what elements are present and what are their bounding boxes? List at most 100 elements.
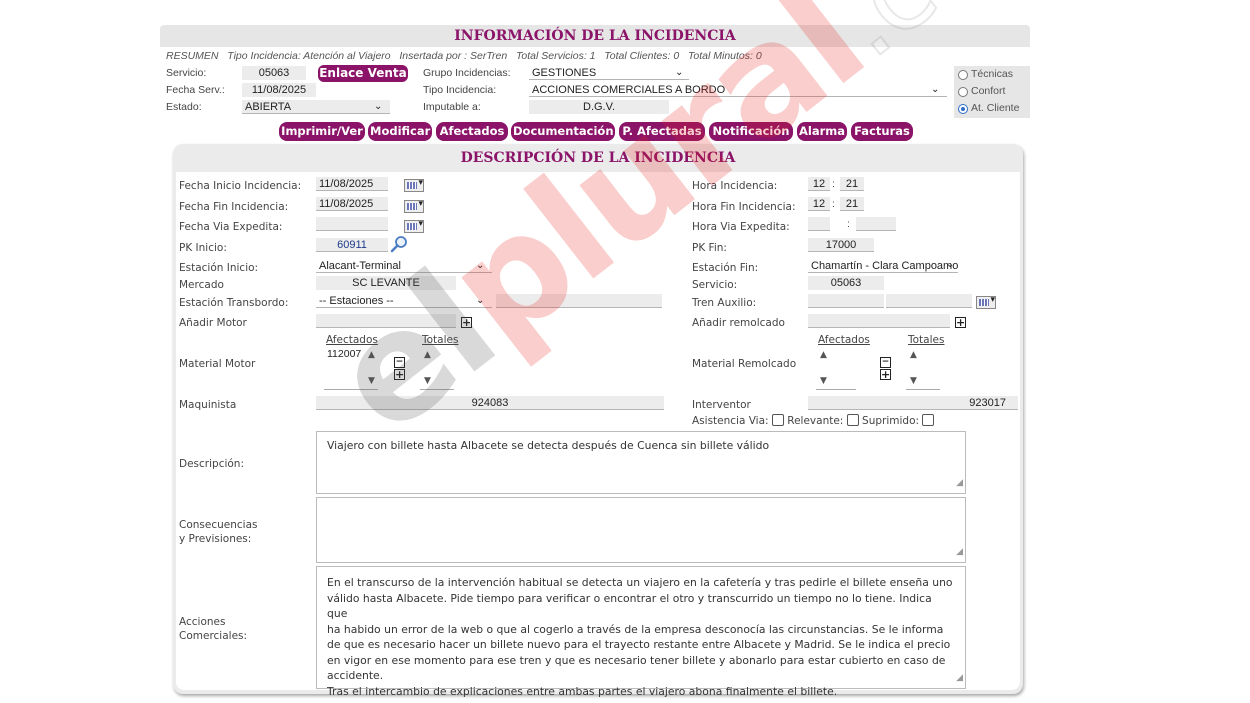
- tipo-select[interactable]: ACCIONES COMERCIALES A BORDO ⌄: [529, 83, 947, 97]
- scroll-up-icon[interactable]: ▲: [424, 351, 431, 360]
- resize-grip-icon[interactable]: ◢: [956, 671, 963, 687]
- add-remolcado-icon[interactable]: +: [955, 317, 966, 328]
- scroll-down-icon[interactable]: ▼: [368, 377, 375, 386]
- hora-via-label: Hora Via Expedita:: [692, 221, 790, 233]
- p-afectadas-button[interactable]: P. Afectadas: [619, 122, 705, 141]
- summary-line: RESUMEN Tipo Incidencia: Atención al Via…: [166, 50, 762, 62]
- add-icon[interactable]: +: [880, 369, 891, 380]
- material-motor-afectados-list[interactable]: 112007 ▲ ▼: [324, 347, 378, 390]
- afectados-button[interactable]: Afectados: [436, 122, 508, 141]
- estacion-fin-label: Estación Fin:: [692, 262, 759, 274]
- scroll-down-icon[interactable]: ▼: [910, 377, 917, 386]
- imprimir-ver-button[interactable]: Imprimir/Ver: [279, 122, 365, 141]
- hora-fin-hour[interactable]: 12: [808, 197, 830, 211]
- mercado-field[interactable]: SC LEVANTE: [316, 276, 456, 290]
- grupo-select[interactable]: GESTIONES ⌄: [529, 66, 689, 80]
- pk-fin-field[interactable]: 17000: [808, 238, 874, 252]
- estado-select[interactable]: ABIERTA ⌄: [242, 100, 390, 114]
- acciones-textarea[interactable]: En el transcurso de la intervención habi…: [316, 566, 966, 698]
- remove-icon[interactable]: −: [394, 357, 405, 368]
- enlace-venta-button[interactable]: Enlace Venta: [318, 65, 408, 82]
- material-motor-totales-list[interactable]: ▲ ▼: [420, 347, 454, 390]
- add-icon[interactable]: +: [394, 369, 405, 380]
- descripcion-text: Viajero con billete hasta Albacete se de…: [327, 439, 770, 452]
- interventor-field[interactable]: 923017: [808, 396, 1018, 410]
- imputable-label: Imputable a:: [423, 101, 481, 113]
- imputable-field[interactable]: D.G.V.: [529, 100, 669, 114]
- descripcion-textarea[interactable]: Viajero con billete hasta Albacete se de…: [316, 431, 966, 494]
- relevante-checkbox[interactable]: [846, 414, 859, 426]
- totales-col-label: Totales: [422, 334, 459, 346]
- search-icon[interactable]: [390, 235, 408, 253]
- scroll-up-icon[interactable]: ▲: [910, 351, 917, 360]
- pk-inicio-field[interactable]: 60911: [316, 238, 388, 252]
- asistencia-checkbox[interactable]: [771, 414, 784, 426]
- resize-grip-icon[interactable]: ◢: [956, 476, 963, 492]
- hora-fin-minute[interactable]: 21: [840, 197, 864, 211]
- fecha-via-field[interactable]: [316, 217, 388, 231]
- consecuencias-textarea[interactable]: ◢: [316, 497, 966, 563]
- material-motor-label: Material Motor: [179, 358, 256, 370]
- tren-auxilio-extra-field[interactable]: [886, 294, 972, 308]
- estacion-inicio-select[interactable]: Alacant-Terminal ⌄: [316, 259, 492, 273]
- transbordo-extra-field[interactable]: [496, 294, 662, 308]
- remove-icon[interactable]: −: [880, 357, 891, 368]
- calendar-icon[interactable]: [404, 199, 424, 213]
- chevron-down-icon: ⌄: [476, 295, 485, 306]
- calendar-icon[interactable]: [976, 295, 996, 309]
- scroll-up-icon[interactable]: ▲: [368, 351, 375, 360]
- suprimido-checkbox[interactable]: [922, 414, 935, 426]
- scroll-down-icon[interactable]: ▼: [424, 377, 431, 386]
- scroll-up-icon[interactable]: ▲: [820, 351, 827, 360]
- afectados-col-label-r: Afectados: [818, 334, 870, 346]
- hora-incidencia-label: Hora Incidencia:: [692, 180, 778, 192]
- documentacion-button[interactable]: Documentación: [511, 122, 615, 141]
- hora-incidencia-minute[interactable]: 21: [840, 177, 864, 191]
- material-remolcado-totales-list[interactable]: ▲ ▼: [906, 347, 940, 390]
- suprimido-label: Suprimido:: [862, 415, 920, 427]
- radio-tecnicas[interactable]: [958, 70, 968, 80]
- chevron-down-icon: ⌄: [946, 259, 955, 270]
- estacion-fin-select[interactable]: Chamartín - Clara Campoamor: [808, 259, 958, 273]
- servicio-desc-field[interactable]: 05063: [808, 276, 884, 290]
- acciones-label-2: Comerciales:: [179, 630, 248, 642]
- add-motor-icon[interactable]: +: [461, 317, 472, 328]
- radio-tecnicas-label: Técnicas: [971, 68, 1014, 80]
- facturas-button[interactable]: Facturas: [851, 122, 913, 141]
- fecha-fin-label: Fecha Fin Incidencia:: [179, 201, 289, 213]
- summary-clientes: Total Clientes: 0: [604, 50, 680, 62]
- alarma-button[interactable]: Alarma: [797, 122, 847, 141]
- tipo-label: Tipo Incidencia:: [423, 84, 497, 96]
- material-remolcado-afectados-list[interactable]: ▲ ▼: [816, 347, 856, 390]
- resize-grip-icon[interactable]: ◢: [956, 545, 963, 561]
- hora-via-hour[interactable]: [808, 217, 830, 231]
- acciones-line: accidente.: [327, 669, 384, 682]
- radio-at-cliente-label: At. Cliente: [971, 102, 1020, 114]
- move-buttons: − +: [394, 357, 405, 381]
- calendar-icon[interactable]: [404, 178, 424, 192]
- radio-at-cliente[interactable]: [958, 104, 968, 114]
- anadir-motor-field[interactable]: [316, 314, 456, 328]
- estacion-inicio-value: Alacant-Terminal: [319, 260, 401, 272]
- afectados-col-label: Afectados: [326, 334, 378, 346]
- servicio-field[interactable]: 05063: [242, 66, 306, 80]
- fecha-inicio-field[interactable]: 11/08/2025: [316, 177, 388, 191]
- radio-confort[interactable]: [958, 87, 968, 97]
- hora-via-minute[interactable]: [856, 217, 896, 231]
- modificar-button[interactable]: Modificar: [368, 122, 432, 141]
- notificacion-button[interactable]: Notificación: [709, 122, 793, 141]
- asistencia-row: Asistencia Via: Relevante: Suprimido:: [692, 414, 935, 428]
- tren-auxilio-field[interactable]: [808, 294, 884, 308]
- fecha-fin-field[interactable]: 11/08/2025: [316, 197, 388, 211]
- chevron-down-icon: ⌄: [931, 84, 940, 95]
- hora-incidencia-hour[interactable]: 12: [808, 177, 830, 191]
- hora-sep: :: [847, 218, 850, 230]
- estacion-transbordo-select[interactable]: -- Estaciones -- ⌄: [316, 294, 492, 308]
- anadir-motor-label: Añadir Motor: [179, 317, 247, 329]
- calendar-icon[interactable]: [404, 219, 424, 233]
- fecha-serv-field[interactable]: 11/08/2025: [242, 83, 316, 97]
- maquinista-field[interactable]: 924083: [316, 396, 664, 410]
- scroll-down-icon[interactable]: ▼: [820, 377, 827, 386]
- anadir-remolcado-label: Añadir remolcado: [692, 317, 785, 329]
- anadir-remolcado-field[interactable]: [808, 314, 950, 328]
